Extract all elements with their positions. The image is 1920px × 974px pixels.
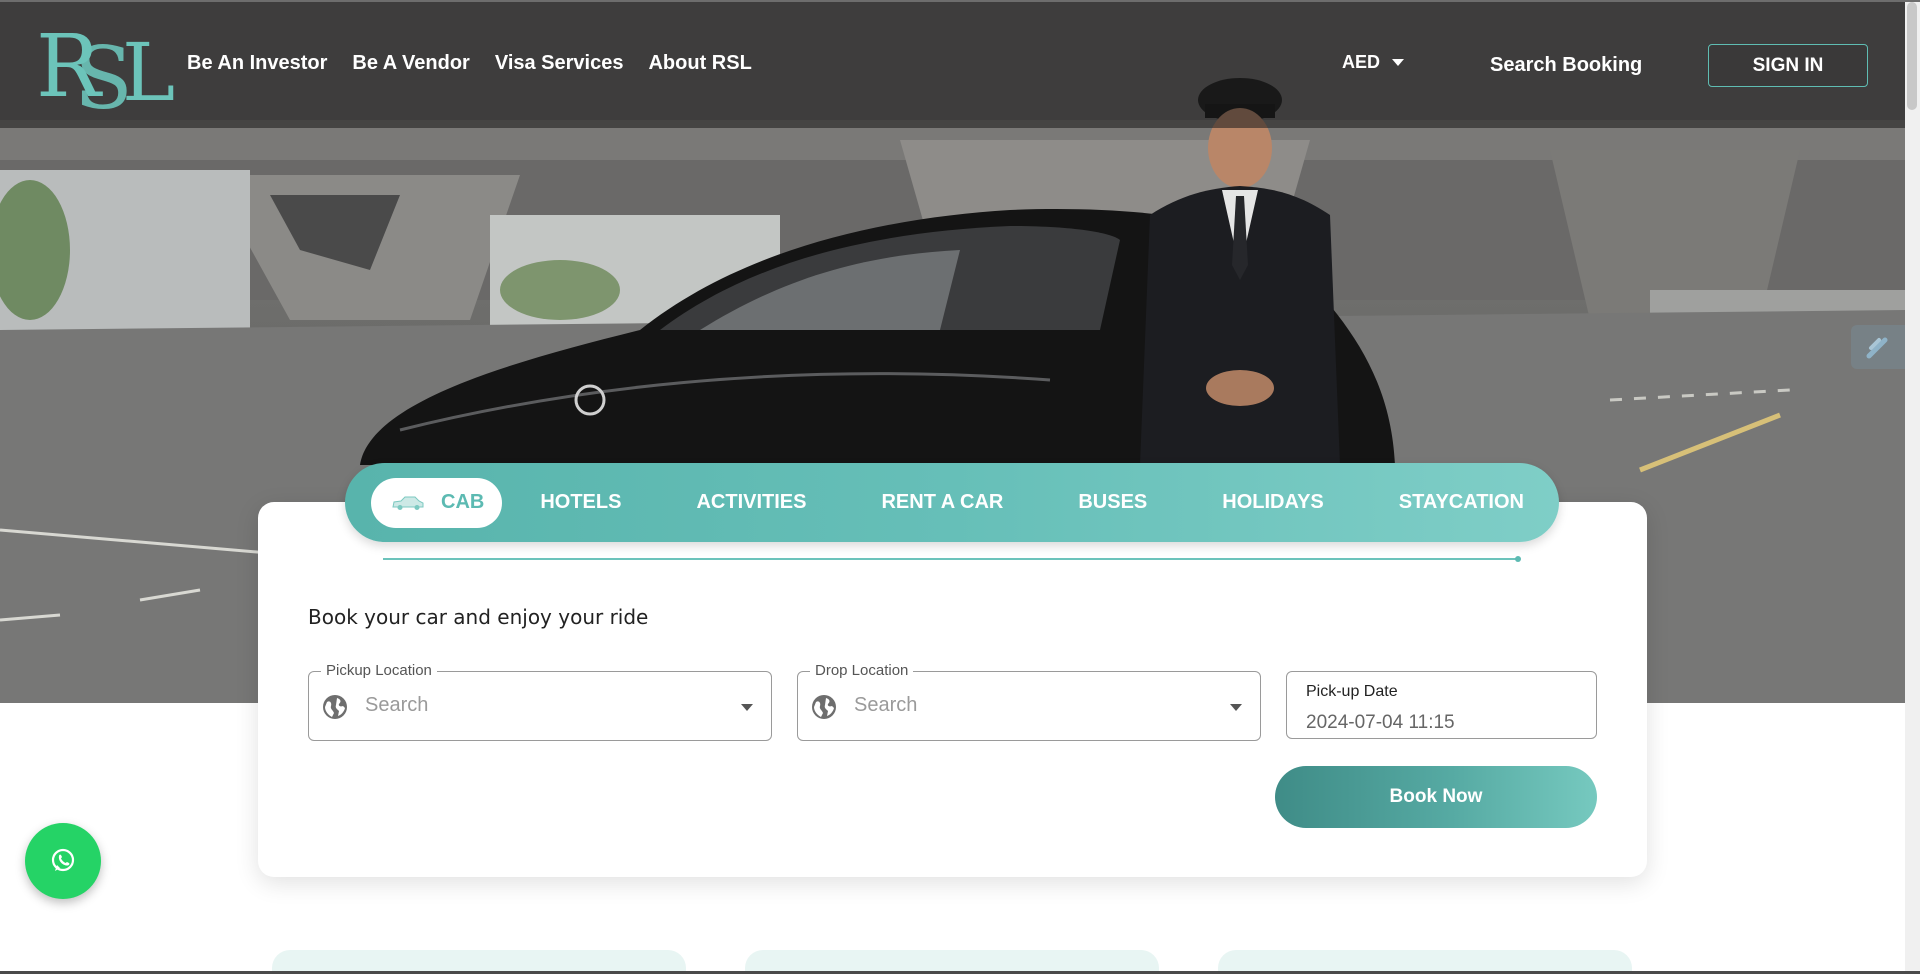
- booking-headline: Book your car and enjoy your ride: [308, 605, 649, 629]
- currency-selector[interactable]: AED: [1342, 52, 1405, 73]
- globe-icon: [812, 695, 836, 719]
- nav-be-an-investor[interactable]: Be An Investor: [187, 52, 327, 75]
- scrollbar-thumb[interactable]: [1907, 2, 1917, 110]
- whatsapp-icon: [51, 848, 75, 872]
- service-tabs: CAB HOTELS ACTIVITIES RENT A CAR BUSES H…: [345, 463, 1559, 542]
- pickup-location-field[interactable]: Pickup Location Search: [308, 662, 772, 741]
- tab-rent-a-car[interactable]: RENT A CAR: [881, 491, 1003, 514]
- tab-hotels[interactable]: HOTELS: [540, 491, 621, 514]
- progress-dot: [1515, 556, 1521, 562]
- svg-text:L: L: [122, 26, 175, 114]
- nav-about-rsl[interactable]: About RSL: [648, 52, 751, 75]
- page-scrollbar[interactable]: [1905, 0, 1920, 974]
- sign-in-button[interactable]: SIGN IN: [1708, 44, 1868, 87]
- nav-be-a-vendor[interactable]: Be A Vendor: [352, 52, 469, 75]
- tab-buses[interactable]: BUSES: [1078, 491, 1147, 514]
- page: R S L Be An Investor Be A Vendor Visa Se…: [0, 0, 1920, 974]
- globe-icon: [323, 695, 347, 719]
- rsl-logo[interactable]: R S L: [36, 14, 178, 114]
- nav-visa-services[interactable]: Visa Services: [495, 52, 624, 75]
- pickup-date-label: Pick-up Date: [1306, 683, 1398, 700]
- pencil-icon: [1866, 337, 1888, 359]
- car-icon: [392, 496, 424, 510]
- pickup-date-field[interactable]: Pick-up Date 2024-07-04 11:15: [1286, 671, 1597, 739]
- pickup-location-input[interactable]: Search: [365, 694, 428, 717]
- pickup-date-input[interactable]: 2024-07-04 11:15: [1306, 712, 1455, 734]
- window-top-border: [0, 0, 1920, 2]
- chevron-down-icon[interactable]: [1230, 704, 1242, 711]
- search-booking-link[interactable]: Search Booking: [1490, 54, 1642, 77]
- main-nav: Be An Investor Be A Vendor Visa Services…: [187, 52, 752, 75]
- tab-holidays[interactable]: HOLIDAYS: [1222, 491, 1324, 514]
- chevron-down-icon: [1392, 59, 1405, 66]
- chevron-down-icon[interactable]: [741, 704, 753, 711]
- pickup-location-label: Pickup Location: [321, 662, 437, 679]
- drop-location-field[interactable]: Drop Location Search: [797, 662, 1261, 741]
- tab-cab[interactable]: CAB: [371, 477, 503, 528]
- currency-label: AED: [1342, 52, 1381, 72]
- tab-staycation[interactable]: STAYCATION: [1399, 491, 1524, 514]
- tab-activities[interactable]: ACTIVITIES: [696, 491, 806, 514]
- whatsapp-button[interactable]: [25, 823, 101, 899]
- book-now-button[interactable]: Book Now: [1275, 766, 1597, 828]
- tab-progress-line: [383, 558, 1518, 560]
- drop-location-label: Drop Location: [810, 662, 914, 679]
- tab-label: CAB: [441, 491, 485, 513]
- drop-location-input[interactable]: Search: [854, 694, 917, 717]
- side-widget-handle[interactable]: [1851, 325, 1905, 369]
